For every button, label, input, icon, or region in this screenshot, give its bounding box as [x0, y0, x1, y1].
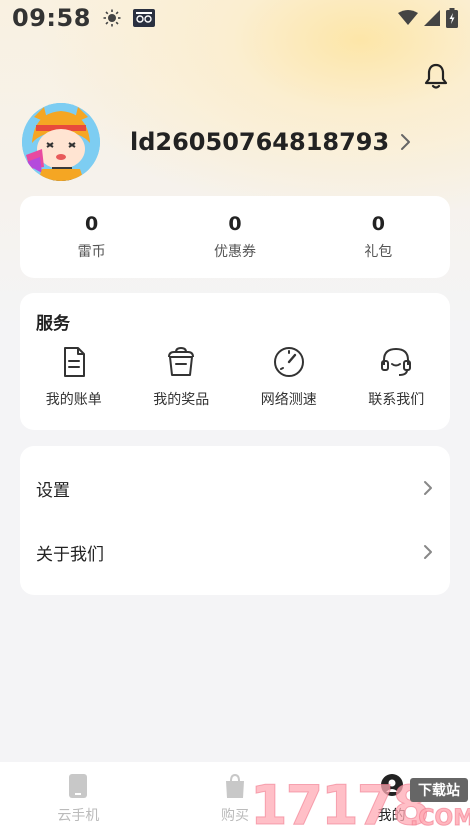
watermark-number: 17178 — [250, 774, 431, 836]
battery-icon — [446, 8, 458, 28]
stat-value: 0 — [85, 213, 99, 235]
tab-label: 云手机 — [57, 808, 100, 824]
menu-label: 关于我们 — [36, 544, 104, 565]
watermark-domain: .COM — [409, 806, 470, 832]
service-label: 联系我们 — [368, 392, 425, 408]
speedometer-icon — [273, 347, 304, 377]
service-label: 网络测速 — [260, 392, 317, 408]
service-my-bill[interactable]: 我的账单 — [20, 345, 128, 409]
watermark-logo: 17178 下载站 .COM — [250, 774, 470, 836]
chevron-right-icon — [424, 545, 432, 559]
avatar-image — [22, 103, 100, 181]
username[interactable]: ld26050764818793 — [130, 128, 389, 156]
services-title: 服务 — [36, 314, 70, 334]
phone-icon — [69, 774, 88, 798]
avatar[interactable] — [22, 103, 100, 181]
bill-icon — [63, 347, 85, 377]
app-notification-icon — [132, 9, 155, 27]
stats-card: 0 雷币 0 优惠券 0 礼包 — [20, 196, 450, 278]
stat-value: 0 — [228, 213, 242, 235]
headset-icon — [381, 347, 412, 376]
services-card: 服务 我的账单 我的奖品 网络测速 联系我们 — [20, 293, 450, 430]
menu-card: 设置 关于我们 — [20, 446, 450, 595]
service-label: 我的奖品 — [153, 392, 210, 408]
watermark-tag: 下载站 — [410, 778, 468, 802]
shopping-bag-icon — [226, 773, 244, 798]
wifi-icon — [398, 10, 418, 25]
chevron-right-icon — [424, 481, 432, 495]
signal-icon — [424, 10, 440, 26]
tab-label: 购买 — [221, 808, 249, 824]
menu-item-settings[interactable]: 设置 — [20, 456, 450, 520]
stat-coupons[interactable]: 0 优惠券 — [163, 196, 306, 278]
notification-bell-icon[interactable] — [422, 62, 450, 90]
service-speed-test[interactable]: 网络测速 — [235, 345, 343, 409]
service-label: 我的账单 — [45, 392, 102, 408]
profile-header[interactable]: ld26050764818793 — [22, 100, 452, 184]
status-time: 09:58 — [12, 4, 91, 32]
stat-label: 雷币 — [77, 244, 106, 260]
menu-label: 设置 — [36, 480, 70, 501]
stat-value: 0 — [371, 213, 385, 235]
status-bar: 09:58 — [0, 0, 470, 36]
weather-icon — [103, 9, 121, 27]
stat-label: 礼包 — [364, 244, 393, 260]
menu-item-about-us[interactable]: 关于我们 — [20, 520, 450, 584]
tab-cloud-phone[interactable]: 云手机 — [0, 762, 157, 836]
service-my-prizes[interactable]: 我的奖品 — [128, 345, 236, 409]
prize-icon — [168, 346, 195, 376]
chevron-right-icon[interactable] — [399, 132, 413, 152]
stat-label: 优惠券 — [213, 244, 256, 260]
stat-gift-packs[interactable]: 0 礼包 — [307, 196, 450, 278]
service-contact-us[interactable]: 联系我们 — [343, 345, 451, 409]
stat-coins[interactable]: 0 雷币 — [20, 196, 163, 278]
